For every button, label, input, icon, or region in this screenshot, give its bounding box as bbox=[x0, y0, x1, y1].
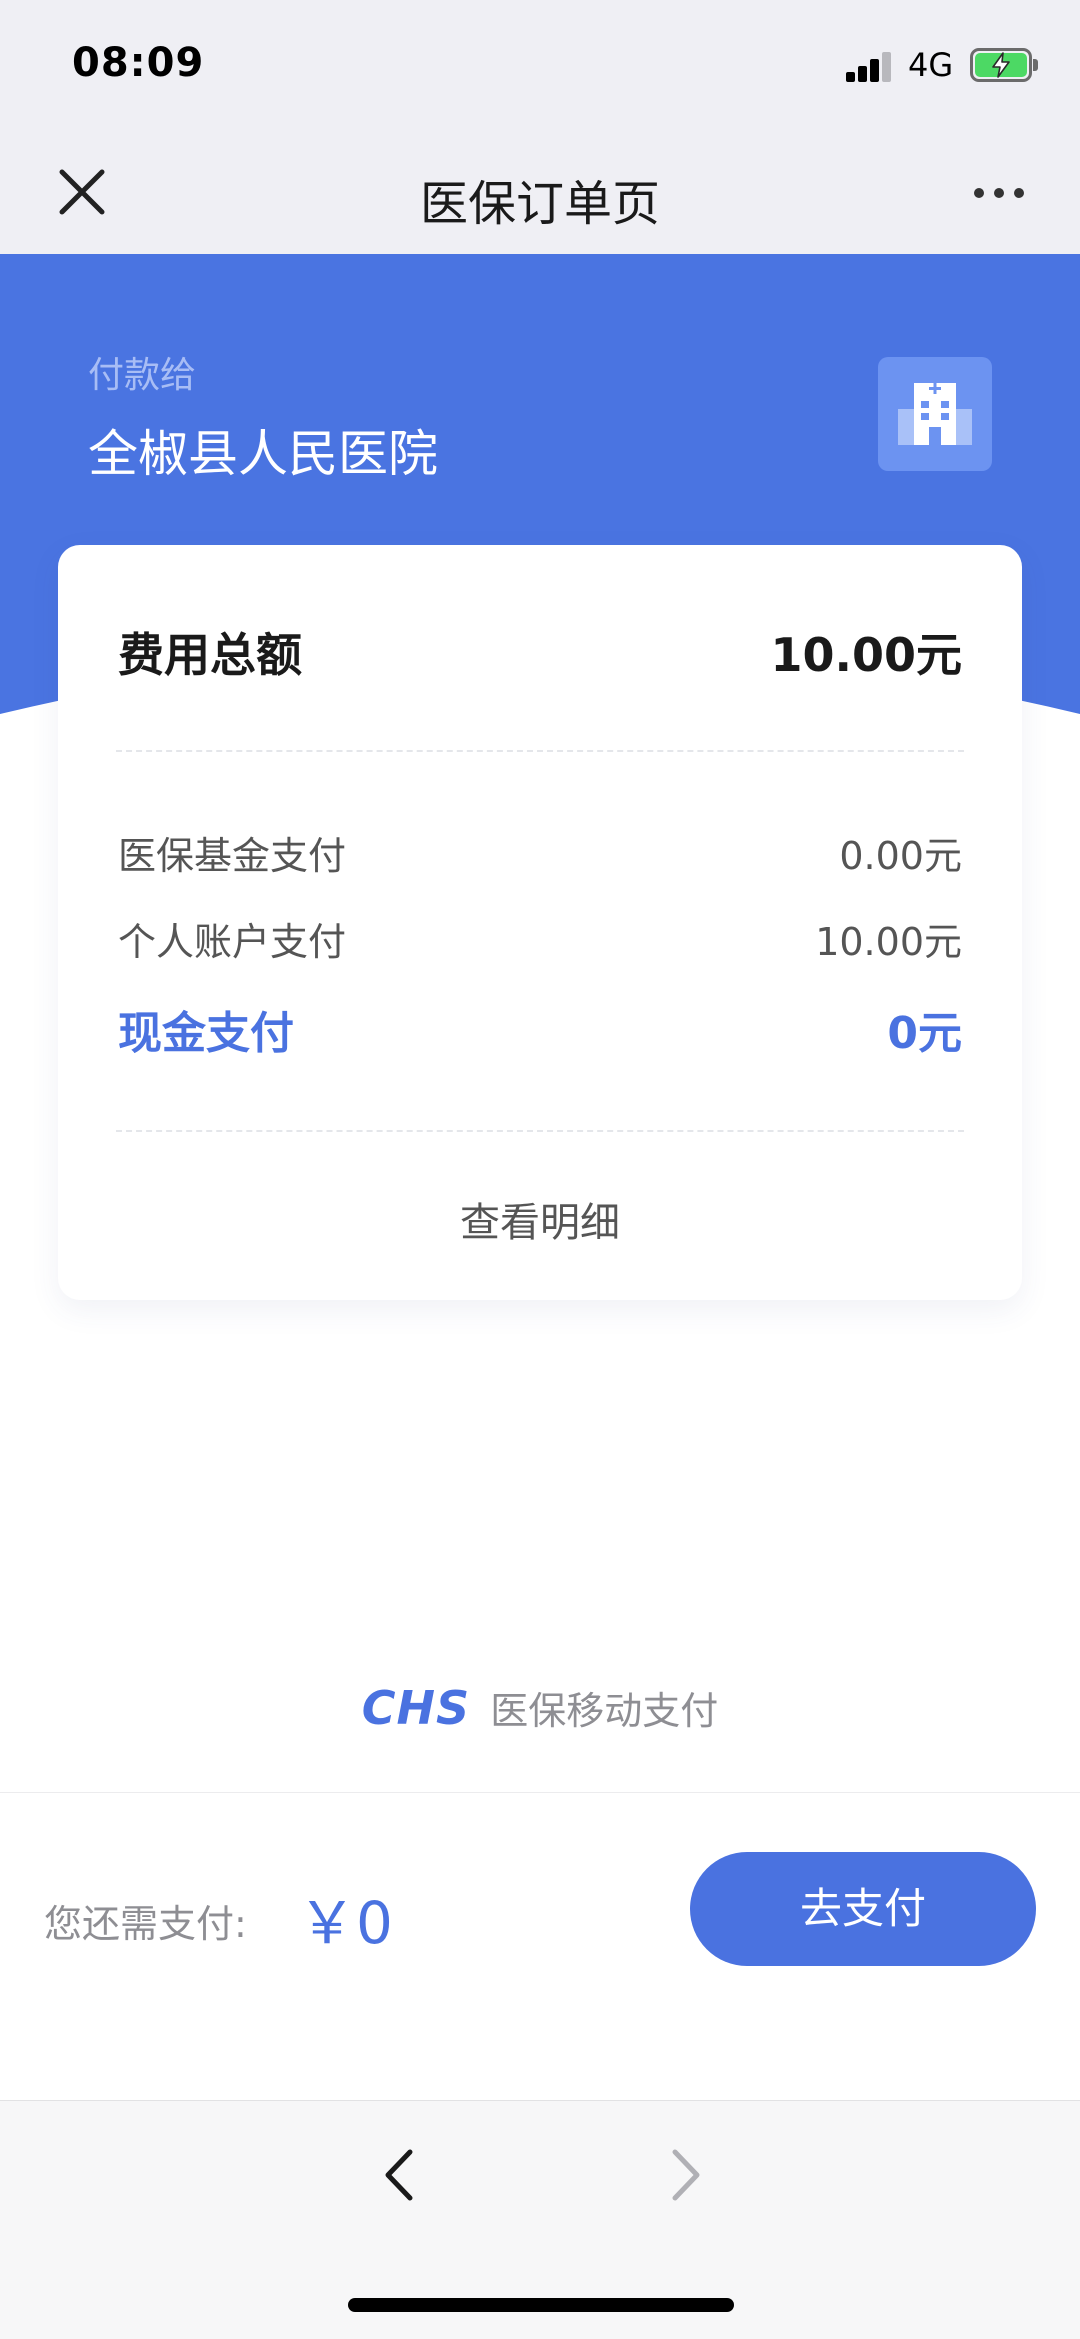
forward-icon[interactable] bbox=[655, 2140, 715, 2210]
nav-bar: 医保订单页 bbox=[0, 132, 1080, 254]
hospital-name: 全椒县人民医院 bbox=[88, 425, 438, 483]
divider bbox=[116, 750, 964, 752]
divider bbox=[116, 1130, 964, 1132]
remaining-amount: ￥0 bbox=[298, 1889, 393, 1957]
battery-charging-icon bbox=[970, 48, 1038, 82]
signal-icon bbox=[846, 50, 894, 82]
pay-button[interactable]: 去支付 bbox=[690, 1852, 1036, 1966]
insurance-fund-label: 医保基金支付 bbox=[118, 834, 347, 878]
page-title: 医保订单页 bbox=[419, 176, 660, 232]
cash-payment-label: 现金支付 bbox=[118, 1008, 294, 1059]
home-indicator[interactable] bbox=[348, 2298, 734, 2312]
cash-payment-value: 0元 bbox=[887, 1008, 962, 1059]
remaining-label: 您还需支付: bbox=[44, 1902, 247, 1946]
hospital-icon bbox=[878, 357, 992, 471]
pay-to-label: 付款给 bbox=[88, 355, 197, 396]
payment-summary-card: 费用总额 10.00元 医保基金支付 0.00元 个人账户支付 10.00元 现… bbox=[58, 545, 1022, 1300]
total-amount-value: 10.00元 bbox=[770, 628, 962, 682]
brand-footer: CHS 医保移动支付 bbox=[0, 1680, 1080, 1740]
view-details-link[interactable]: 查看明细 bbox=[58, 1190, 1022, 1248]
personal-account-value: 10.00元 bbox=[815, 920, 962, 964]
more-icon[interactable] bbox=[964, 162, 1034, 222]
page: 08:09 4G 医保订单页 付款给 全椒县人民医院 费用总额 10.00元 医… bbox=[0, 0, 1080, 2339]
back-icon[interactable] bbox=[370, 2140, 430, 2210]
total-amount-label: 费用总额 bbox=[118, 628, 302, 682]
personal-account-label: 个人账户支付 bbox=[118, 920, 347, 964]
status-time: 08:09 bbox=[72, 40, 205, 86]
insurance-fund-value: 0.00元 bbox=[839, 834, 962, 878]
brand-text: 医保移动支付 bbox=[490, 1689, 719, 1733]
chs-logo: CHS bbox=[361, 1680, 471, 1735]
network-type: 4G bbox=[908, 46, 954, 84]
status-bar: 08:09 4G bbox=[0, 0, 1080, 132]
